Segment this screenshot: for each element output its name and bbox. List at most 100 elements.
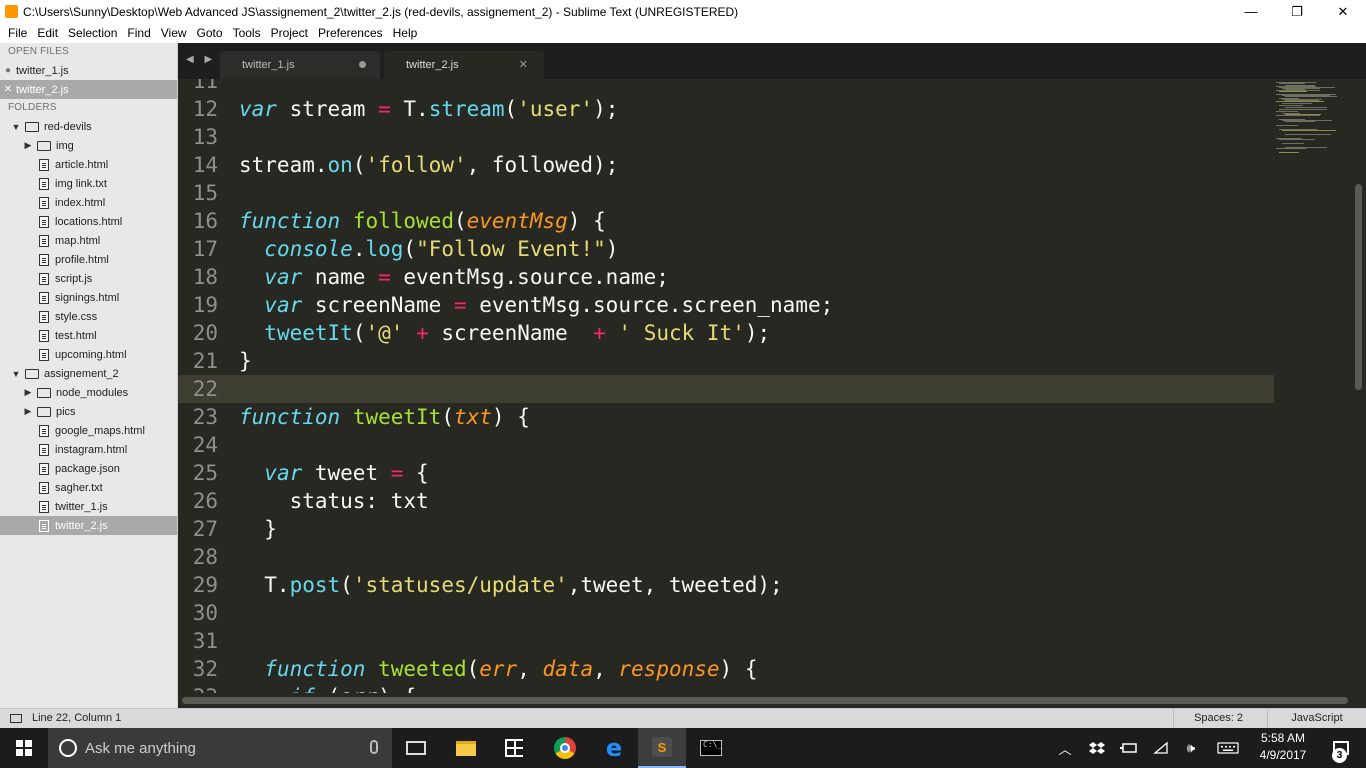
code-line[interactable]: 17 console.log("Follow Event!") (178, 235, 1274, 263)
chrome-button[interactable] (541, 728, 589, 768)
sidebar-file-item[interactable]: twitter_1.js (0, 497, 177, 516)
sublime-button[interactable]: S (638, 728, 686, 768)
chevron-down-icon[interactable]: ▼ (10, 122, 22, 132)
network-tray-button[interactable] (1150, 728, 1172, 768)
code-line[interactable]: 25 var tweet = { (178, 459, 1274, 487)
tab-scroll-arrows-icon[interactable]: ◀ ▶ (186, 54, 216, 65)
code-line[interactable]: 22 (178, 375, 1274, 403)
sidebar-folder-item[interactable]: ▶ img (0, 136, 177, 155)
vertical-scroll-thumb[interactable] (1355, 184, 1362, 390)
sidebar-file-item[interactable]: profile.html (0, 250, 177, 269)
code-line[interactable]: 20 tweetIt('@' + screenName + ' Suck It'… (178, 319, 1274, 347)
sidebar-file-item[interactable]: sagher.txt (0, 478, 177, 497)
store-button[interactable] (490, 728, 538, 768)
menu-edit[interactable]: Edit (32, 26, 63, 40)
code-line[interactable]: 18 var name = eventMsg.source.name; (178, 263, 1274, 291)
code-line[interactable]: 19 var screenName = eventMsg.source.scre… (178, 291, 1274, 319)
sidebar-file-item[interactable]: test.html (0, 326, 177, 345)
sidebar-file-item[interactable]: script.js (0, 269, 177, 288)
minimap-line (1279, 91, 1307, 92)
code-line[interactable]: 27 } (178, 515, 1274, 543)
file-explorer-button[interactable] (442, 728, 490, 768)
code-line[interactable]: 23 function tweetIt(txt) { (178, 403, 1274, 431)
menu-find[interactable]: Find (122, 26, 155, 40)
vertical-scrollbar[interactable] (1350, 79, 1366, 693)
tab-close-icon[interactable]: ✕ (519, 58, 528, 71)
start-button[interactable] (0, 728, 48, 768)
edge-button[interactable]: e (590, 728, 638, 768)
tab-twitter-2[interactable]: twitter_2.js ✕ (384, 51, 544, 79)
volume-tray-button[interactable]: 🕪 (1180, 728, 1202, 768)
panel-toggle-icon[interactable] (10, 713, 22, 723)
code-token: ( (352, 321, 366, 345)
menu-tools[interactable]: Tools (228, 26, 266, 40)
code-line[interactable]: 30 (178, 599, 1274, 627)
code-line[interactable]: 13 (178, 123, 1274, 151)
sidebar-file-item[interactable]: upcoming.html (0, 345, 177, 364)
menu-goto[interactable]: Goto (192, 26, 228, 40)
sidebar-file-item[interactable]: img link.txt (0, 174, 177, 193)
code-line[interactable]: 15 (178, 179, 1274, 207)
task-view-button[interactable] (392, 728, 440, 768)
menu-project[interactable]: Project (266, 26, 313, 40)
horizontal-scroll-thumb[interactable] (182, 697, 1348, 704)
sidebar-folder-item[interactable]: ▼ red-devils (0, 117, 177, 136)
horizontal-scrollbar[interactable] (178, 693, 1366, 708)
code-line[interactable]: 12 var stream = T.stream('user'); (178, 95, 1274, 123)
menu-selection[interactable]: Selection (63, 26, 122, 40)
show-hidden-icons-button[interactable]: ︿ (1054, 728, 1076, 768)
sidebar-file-item[interactable]: signings.html (0, 288, 177, 307)
indentation-setting[interactable]: Spaces: 2 (1173, 709, 1267, 728)
chevron-right-icon[interactable]: ▶ (22, 387, 34, 398)
microphone-icon[interactable] (370, 740, 378, 754)
system-clock[interactable]: 5:58 AM 4/9/2017 (1252, 730, 1314, 766)
code-line[interactable]: 31 (178, 627, 1274, 655)
sidebar-file-item[interactable]: locations.html (0, 212, 177, 231)
command-prompt-button[interactable]: C:\_ (687, 728, 735, 768)
sidebar-file-item[interactable]: package.json (0, 459, 177, 478)
sidebar-folder-item[interactable]: ▶ node_modules (0, 383, 177, 402)
code-line[interactable]: 21} (178, 347, 1274, 375)
sidebar-file-item[interactable]: twitter_2.js (0, 516, 177, 535)
menu-preferences[interactable]: Preferences (313, 26, 388, 40)
tab-twitter-1[interactable]: twitter_1.js (220, 51, 380, 79)
menu-help[interactable]: Help (388, 26, 423, 40)
cortana-search-box[interactable]: Ask me anything (48, 728, 392, 768)
sidebar-file-item[interactable]: article.html (0, 155, 177, 174)
menu-view[interactable]: View (156, 26, 192, 40)
dropbox-tray-button[interactable] (1086, 728, 1108, 768)
code-editor[interactable]: 11 12 var stream = T.stream('user'); 13 14st… (178, 79, 1274, 693)
code-line[interactable]: 29 T.post('statuses/update',tweet, tweet… (178, 571, 1274, 599)
maximize-button[interactable]: ❐ (1274, 0, 1320, 23)
menu-file[interactable]: File (3, 26, 32, 40)
sidebar-folder-item[interactable]: ▼ assignement_2 (0, 364, 177, 383)
code-line[interactable]: 33 if (err) { (178, 683, 1274, 693)
sidebar-folder-item[interactable]: ▶ pics (0, 402, 177, 421)
chevron-right-icon[interactable]: ▶ (22, 406, 34, 417)
code-line[interactable]: 16 function followed(eventMsg) { (178, 207, 1274, 235)
code-line[interactable]: 32 function tweeted(err, data, response)… (178, 655, 1274, 683)
minimap[interactable] (1274, 79, 1350, 693)
sidebar-file-item[interactable]: index.html (0, 193, 177, 212)
close-file-icon[interactable]: ✕ (0, 84, 16, 95)
power-tray-button[interactable] (1118, 728, 1140, 768)
code-line[interactable]: 28 (178, 543, 1274, 571)
close-button[interactable]: ✕ (1320, 0, 1366, 23)
minimize-button[interactable]: — (1228, 0, 1274, 23)
code-line[interactable]: 11 (178, 79, 1274, 95)
code-line[interactable]: 26 status: txt (178, 487, 1274, 515)
open-file-item[interactable]: ✕ twitter_2.js (0, 80, 177, 99)
chevron-down-icon[interactable]: ▼ (10, 369, 22, 379)
keyboard-tray-button[interactable] (1214, 728, 1242, 768)
sidebar-file-item[interactable]: map.html (0, 231, 177, 250)
unsaved-dot-icon[interactable] (359, 61, 366, 68)
open-file-item[interactable]: ● twitter_1.js (0, 61, 177, 80)
syntax-setting[interactable]: JavaScript (1267, 709, 1366, 728)
sidebar-file-item[interactable]: instagram.html (0, 440, 177, 459)
code-token: 'follow' (365, 153, 467, 177)
sidebar-file-item[interactable]: google_maps.html (0, 421, 177, 440)
code-line[interactable]: 24 (178, 431, 1274, 459)
sidebar-file-item[interactable]: style.css (0, 307, 177, 326)
code-line[interactable]: 14 stream.on('follow', followed); (178, 151, 1274, 179)
chevron-right-icon[interactable]: ▶ (22, 140, 34, 151)
